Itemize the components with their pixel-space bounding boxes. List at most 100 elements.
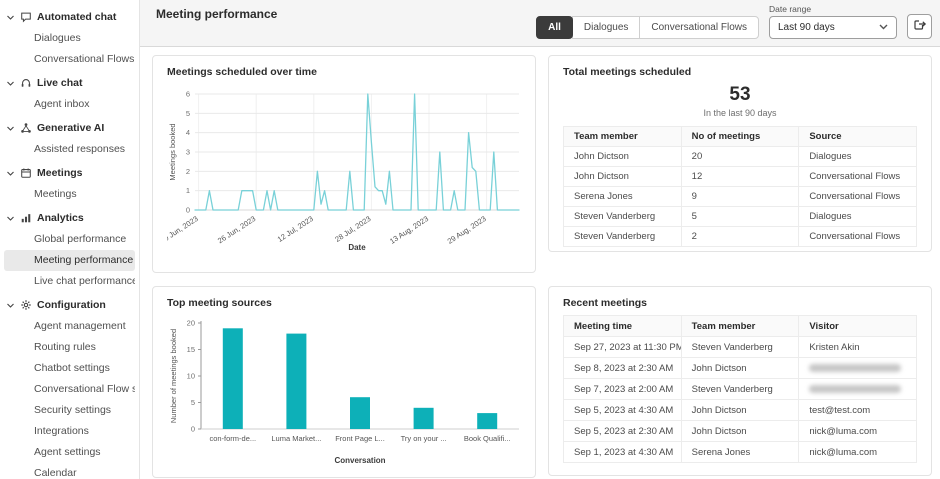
card-title-top-meeting-sources: Top meeting sources <box>167 297 272 309</box>
export-icon <box>913 17 927 36</box>
live-chat-icon <box>20 77 32 89</box>
svg-text:0: 0 <box>186 206 190 215</box>
chevron-down-icon <box>6 301 15 310</box>
redacted-value <box>809 384 902 393</box>
table-row: Serena Jones 9 Conversational Flows <box>563 186 917 207</box>
svg-text:Number of meetings booked: Number of meetings booked <box>169 329 178 423</box>
svg-text:12 Jul, 2023: 12 Jul, 2023 <box>276 214 315 244</box>
sidebar-item-security-settings[interactable]: Security settings <box>4 400 135 421</box>
total-meetings-table: Team member No of meetings Source John Dict… <box>563 126 917 247</box>
svg-text:Meetings booked: Meetings booked <box>168 123 177 180</box>
table-cell: Sep 5, 2023 at 4:30 AM <box>563 399 682 421</box>
sidebar-item-meetings[interactable]: Meetings <box>4 184 135 205</box>
sidebar-item-calendar[interactable]: Calendar <box>4 463 135 479</box>
total-meetings-value: 53 <box>729 84 751 105</box>
sidebar: Automated chat Dialogues Conversational Fl… <box>0 0 140 479</box>
sidebar-item-conversational-flows[interactable]: Conversational Flows <box>4 49 135 70</box>
chevron-down-icon <box>6 214 15 223</box>
table-cell: nick@luma.com <box>798 420 917 442</box>
card-total-meetings: Total meetings scheduled 53 In the last … <box>548 55 932 252</box>
sidebar-group-meetings[interactable]: Meetings <box>0 162 139 184</box>
filter-button-all[interactable]: All <box>536 16 573 39</box>
sidebar-item-routing-rules[interactable]: Routing rules <box>4 337 135 358</box>
date-range-control: Date range Last 90 days <box>769 4 897 39</box>
table-cell: Serena Jones <box>563 186 682 207</box>
svg-text:Try on your ...: Try on your ... <box>401 434 447 443</box>
sidebar-item-global-performance[interactable]: Global performance <box>4 229 135 250</box>
svg-text:10 Jun, 2023: 10 Jun, 2023 <box>167 214 200 245</box>
svg-text:3: 3 <box>186 148 190 157</box>
svg-text:13 Aug, 2023: 13 Aug, 2023 <box>388 214 430 246</box>
table-row: Sep 8, 2023 at 2:30 AM John Dictson <box>563 357 917 379</box>
svg-text:29 Aug, 2023: 29 Aug, 2023 <box>446 214 488 246</box>
sidebar-group-live-chat[interactable]: Live chat <box>0 72 139 94</box>
table-cell: Dialogues <box>798 146 917 167</box>
sidebar-group-configuration[interactable]: Configuration <box>0 294 139 316</box>
sidebar-item-agent-management[interactable]: Agent management <box>4 316 135 337</box>
svg-text:2: 2 <box>186 167 190 176</box>
date-range-select[interactable]: Last 90 days <box>769 16 897 39</box>
svg-text:15: 15 <box>187 345 195 354</box>
table-cell: 5 <box>680 206 800 227</box>
table-cell: Conversational Flows <box>798 226 917 247</box>
page-title: Meeting performance <box>156 7 278 21</box>
table-cell: Steven Vanderberg <box>680 336 800 358</box>
sidebar-group-label: Configuration <box>37 299 106 311</box>
date-range-value: Last 90 days <box>778 22 835 33</box>
filter-segmented-control: All Dialogues Conversational Flows <box>536 16 759 39</box>
chevron-down-icon <box>879 22 888 33</box>
app-root: Automated chat Dialogues Conversational Fl… <box>0 0 940 479</box>
sidebar-group-generative-ai[interactable]: Generative AI <box>0 117 139 139</box>
table-row: Sep 5, 2023 at 4:30 AM John Dictson test@t… <box>563 399 917 421</box>
analytics-icon <box>20 212 32 224</box>
table-cell: Dialogues <box>798 206 917 227</box>
svg-text:5: 5 <box>186 109 190 118</box>
card-title-meetings-over-time: Meetings scheduled over time <box>167 66 317 78</box>
total-meetings-kpi: 53 In the last 90 days <box>563 84 917 118</box>
svg-text:0: 0 <box>191 425 195 434</box>
table-cell: 20 <box>680 146 800 167</box>
sidebar-item-conversational-flow-settings[interactable]: Conversational Flow settings <box>4 379 135 400</box>
sidebar-group-label: Analytics <box>37 212 84 224</box>
automated-chat-icon <box>20 11 32 23</box>
total-meetings-subtitle: In the last 90 days <box>703 108 777 118</box>
sidebar-group-label: Generative AI <box>37 122 105 134</box>
table-cell: John Dictson <box>680 420 800 442</box>
sidebar-group-label: Automated chat <box>37 11 117 23</box>
recent-meetings-table: Meeting time Team member Visitor Sep 27, 20… <box>563 315 917 463</box>
table-cell: Steven Vanderberg <box>680 378 800 400</box>
table-cell: John Dictson <box>563 146 682 167</box>
sidebar-item-assisted-responses[interactable]: Assisted responses <box>4 139 135 160</box>
sidebar-group-automated-chat[interactable]: Automated chat <box>0 6 139 28</box>
sidebar-item-chatbot-settings[interactable]: Chatbot settings <box>4 358 135 379</box>
card-title-total-meetings: Total meetings scheduled <box>563 66 692 78</box>
card-recent-meetings: Recent meetings Meeting time Team member V… <box>548 286 932 476</box>
svg-text:10: 10 <box>187 372 195 381</box>
svg-text:Date: Date <box>348 243 366 252</box>
filter-button-dialogues[interactable]: Dialogues <box>571 16 641 39</box>
svg-text:Luma Market...: Luma Market... <box>271 434 321 443</box>
svg-text:1: 1 <box>186 186 190 195</box>
table-cell: 9 <box>680 186 800 207</box>
meetings-icon <box>20 167 32 179</box>
export-button[interactable] <box>907 14 932 39</box>
sidebar-item-meeting-performance[interactable]: Meeting performance <box>4 250 135 271</box>
filter-button-conversational-flows[interactable]: Conversational Flows <box>639 16 759 39</box>
redacted-cell <box>798 357 917 379</box>
meetings-over-time-line-chart: 0 1 2 3 4 5 6 10 Jun, 2023 26 Jun, 2023 12 Jul, 2… <box>158 90 520 252</box>
table-row: Sep 27, 2023 at 11:30 PM Steven Vanderber… <box>563 336 917 358</box>
sidebar-item-live-chat-performance[interactable]: Live chat performance <box>4 271 135 292</box>
table-cell: 12 <box>680 166 800 187</box>
sidebar-item-dialogues[interactable]: Dialogues <box>4 28 135 49</box>
sidebar-item-integrations[interactable]: Integrations <box>4 421 135 442</box>
sidebar-group-label: Meetings <box>37 167 83 179</box>
table-row: Steven Vanderberg 5 Dialogues <box>563 206 917 227</box>
top-meeting-sources-bar-chart: 0 5 10 15 20 con-form-de... Luma Market... Fron… <box>169 319 519 465</box>
table-cell: Sep 27, 2023 at 11:30 PM <box>563 336 682 358</box>
dashboard-grid: Meetings scheduled over time 0 1 2 3 4 5 6 10 J… <box>140 47 940 479</box>
table-row: John Dictson 20 Dialogues <box>563 146 917 167</box>
sidebar-group-analytics[interactable]: Analytics <box>0 207 139 229</box>
sidebar-item-agent-inbox[interactable]: Agent inbox <box>4 94 135 115</box>
sidebar-item-agent-settings[interactable]: Agent settings <box>4 442 135 463</box>
svg-text:Front Page L...: Front Page L... <box>335 434 385 443</box>
